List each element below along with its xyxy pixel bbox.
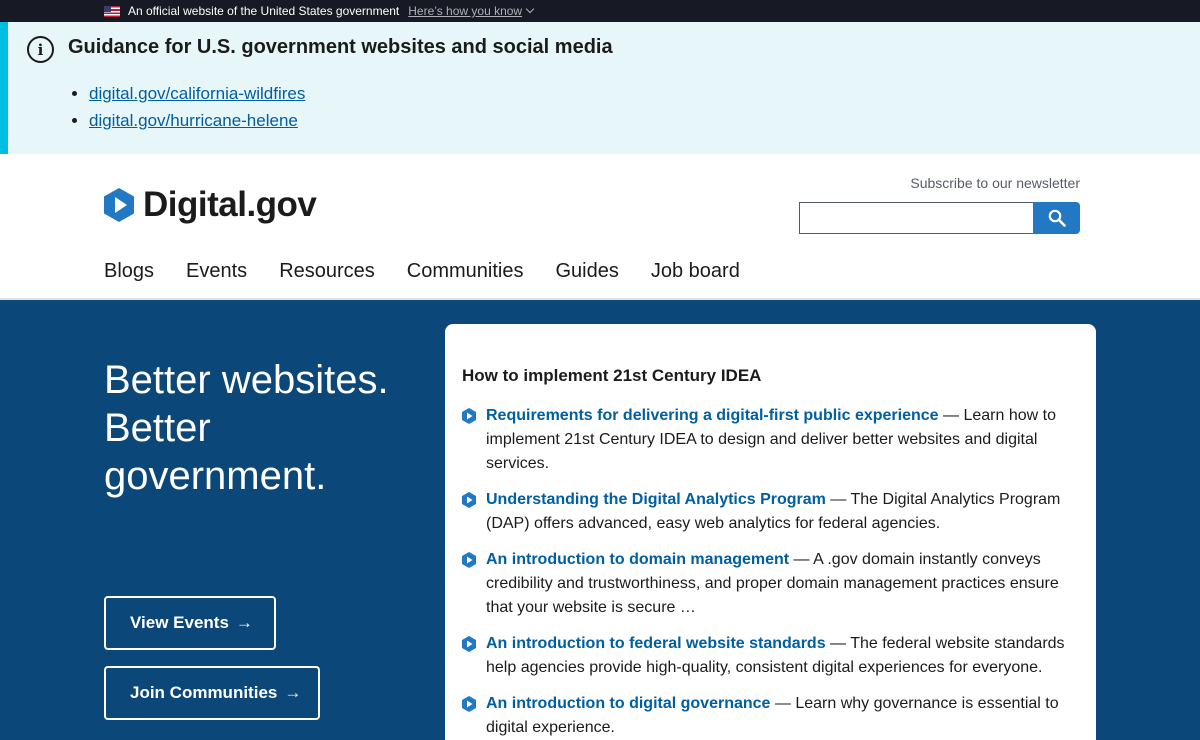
dap-link[interactable]: Understanding the Digital Analytics Prog… [486, 491, 826, 508]
how-you-know-link[interactable]: Here’s how you know [408, 4, 535, 18]
requirements-link[interactable]: Requirements for delivering a digital-fi… [486, 407, 939, 424]
list-item: Requirements for delivering a digital-fi… [462, 404, 1077, 476]
newsletter-label: Subscribe to our newsletter [910, 175, 1080, 191]
join-communities-button[interactable]: Join Communities → [104, 666, 320, 720]
nav-item-events[interactable]: Events [186, 260, 247, 283]
idea-card: How to implement 21st Century IDEA Requi… [445, 324, 1096, 740]
view-events-label: View Events [130, 613, 229, 632]
list-item: Understanding the Digital Analytics Prog… [462, 488, 1077, 536]
digital-governance-link[interactable]: An introduction to digital governance [486, 695, 770, 712]
gov-banner: An official website of the United States… [0, 0, 1200, 22]
hexagon-play-icon [462, 692, 486, 740]
california-wildfires-link[interactable]: digital.gov/california-wildfires [89, 84, 305, 103]
hurricane-helene-link[interactable]: digital.gov/hurricane-helene [89, 111, 298, 130]
search-form [799, 202, 1080, 234]
how-you-know-label: Here’s how you know [408, 4, 523, 18]
logo-text: Digital.gov [143, 185, 317, 224]
primary-nav: Blogs Events Resources Communities Guide… [104, 260, 772, 283]
website-standards-link[interactable]: An introduction to federal website stand… [486, 635, 826, 652]
alert-title: Guidance for U.S. government websites an… [68, 36, 613, 58]
alert-link-list: digital.gov/california-wildfires digital… [89, 84, 305, 138]
list-item: An introduction to digital governance — … [462, 692, 1077, 740]
hexagon-play-icon [462, 632, 486, 680]
list-item: An introduction to federal website stand… [462, 632, 1077, 680]
hero-section: Better websites. Better government. View… [0, 300, 1200, 740]
nav-item-job-board[interactable]: Job board [651, 260, 740, 283]
arrow-right-icon: → [284, 683, 302, 702]
domain-management-link[interactable]: An introduction to domain management [486, 551, 789, 568]
hexagon-play-icon [462, 404, 486, 476]
digital-gov-logo-icon [104, 188, 134, 222]
nav-item-resources[interactable]: Resources [279, 260, 375, 283]
card-title: How to implement 21st Century IDEA [462, 366, 762, 385]
info-icon: i [27, 36, 54, 63]
list-item: An introduction to domain management — A… [462, 548, 1077, 620]
nav-item-blogs[interactable]: Blogs [104, 260, 154, 283]
list-item: digital.gov/hurricane-helene [89, 111, 305, 131]
official-site-text: An official website of the United States… [128, 4, 400, 18]
search-icon [1048, 209, 1066, 227]
guidance-alert: i Guidance for U.S. government websites … [0, 22, 1200, 154]
search-button[interactable] [1033, 202, 1080, 234]
card-link-list: Requirements for delivering a digital-fi… [462, 404, 1077, 740]
list-item: digital.gov/california-wildfires [89, 84, 305, 104]
us-flag-icon [104, 5, 120, 17]
arrow-right-icon: → [235, 613, 253, 632]
site-logo[interactable]: Digital.gov [104, 185, 317, 225]
search-input[interactable] [799, 202, 1033, 234]
join-communities-label: Join Communities [130, 683, 278, 702]
nav-item-guides[interactable]: Guides [556, 260, 619, 283]
hexagon-play-icon [462, 548, 486, 620]
hero-title: Better websites. Better government. [104, 358, 389, 498]
chevron-down-icon [525, 4, 535, 14]
nav-item-communities[interactable]: Communities [407, 260, 524, 283]
view-events-button[interactable]: View Events → [104, 596, 276, 650]
hexagon-play-icon [462, 488, 486, 536]
